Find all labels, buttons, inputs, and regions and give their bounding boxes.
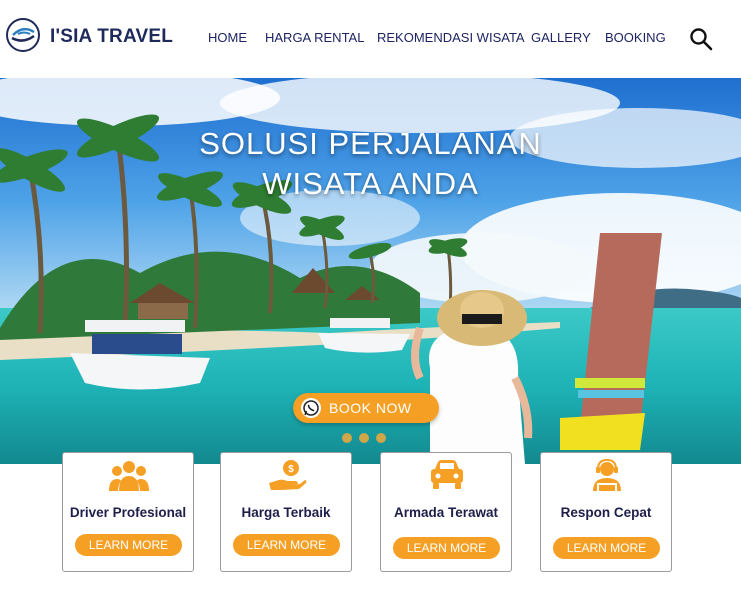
book-now-label: BOOK NOW bbox=[329, 400, 412, 416]
search-icon[interactable] bbox=[689, 27, 713, 51]
learn-more-button[interactable]: LEARN MORE bbox=[75, 534, 182, 556]
users-group-icon bbox=[109, 461, 149, 491]
whatsapp-icon bbox=[301, 398, 321, 418]
feature-title: Harga Terbaik bbox=[241, 505, 331, 520]
carousel-dot-2[interactable] bbox=[359, 433, 369, 443]
support-agent-icon bbox=[593, 459, 621, 491]
learn-more-button[interactable]: LEARN MORE bbox=[553, 537, 660, 559]
hero-banner: SOLUSI PERJALANAN WISATA ANDA BOOK NOW bbox=[0, 78, 741, 464]
feature-card-armada: Armada Terawat LEARN MORE bbox=[380, 452, 512, 572]
carousel-dot-3[interactable] bbox=[376, 433, 386, 443]
nav-gallery[interactable]: GALLERY bbox=[531, 30, 591, 45]
navbar: I'SIA TRAVEL HOME HARGA RENTAL REKOMENDA… bbox=[0, 0, 741, 78]
feature-card-harga: $ Harga Terbaik LEARN MORE bbox=[220, 452, 352, 572]
feature-title: Driver Profesional bbox=[69, 505, 187, 520]
nav-home[interactable]: HOME bbox=[208, 30, 247, 45]
logo-icon[interactable] bbox=[6, 18, 40, 52]
feature-card-respon: Respon Cepat LEARN MORE bbox=[540, 452, 672, 572]
svg-text:$: $ bbox=[288, 464, 294, 475]
nav-booking[interactable]: BOOKING bbox=[605, 30, 666, 45]
learn-more-button[interactable]: LEARN MORE bbox=[393, 537, 500, 559]
car-icon bbox=[431, 460, 463, 489]
hand-coin-icon: $ bbox=[269, 460, 307, 490]
book-now-button[interactable]: BOOK NOW bbox=[293, 393, 439, 423]
feature-title: Respon Cepat bbox=[560, 505, 652, 520]
nav-rekomendasi-wisata[interactable]: REKOMENDASI WISATA bbox=[377, 30, 525, 45]
nav-harga-rental[interactable]: HARGA RENTAL bbox=[265, 30, 364, 45]
carousel-dot-1[interactable] bbox=[342, 433, 352, 443]
feature-title: Armada Terawat bbox=[393, 505, 499, 520]
hero-headline-line1: SOLUSI PERJALANAN bbox=[199, 126, 542, 161]
feature-card-driver: Driver Profesional LEARN MORE bbox=[62, 452, 194, 572]
brand-name[interactable]: I'SIA TRAVEL bbox=[50, 26, 173, 48]
learn-more-button[interactable]: LEARN MORE bbox=[233, 534, 340, 556]
hero-headline-line2: WISATA ANDA bbox=[262, 166, 479, 201]
